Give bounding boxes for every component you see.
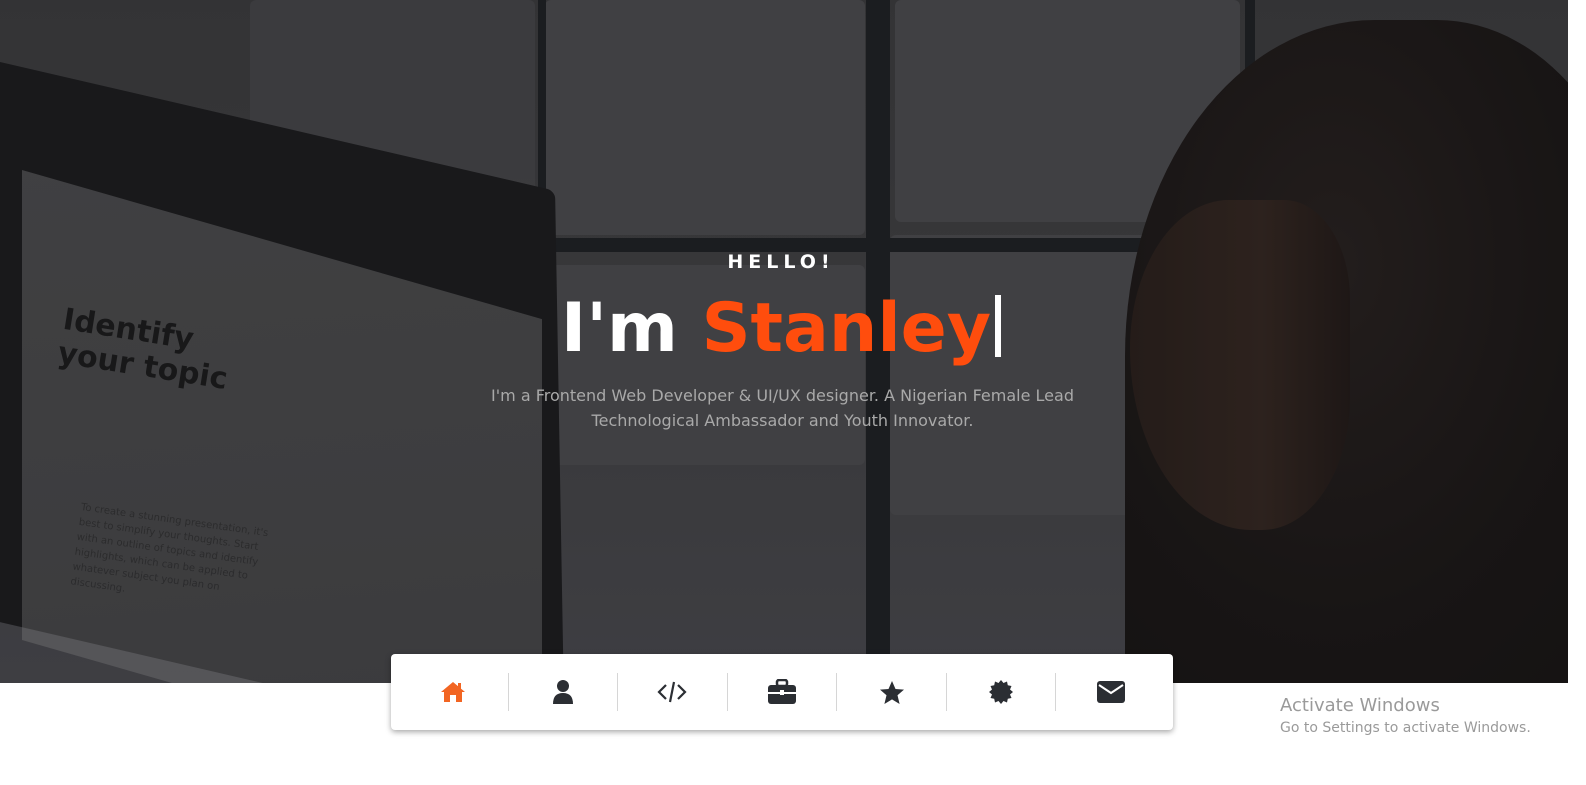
code-icon <box>657 681 687 703</box>
headline-name: Stanley <box>701 289 992 368</box>
hero-subtitle: I'm a Frontend Web Developer & UI/UX des… <box>491 386 1074 430</box>
hero-headline: I'm Stanley <box>0 287 1562 371</box>
watermark-title: Activate Windows <box>1280 695 1440 716</box>
nav-skills[interactable] <box>618 673 728 711</box>
nav-reviews[interactable] <box>837 673 947 711</box>
nav-contact[interactable] <box>1056 673 1165 711</box>
typing-cursor <box>995 295 1002 357</box>
nav-portfolio[interactable] <box>728 673 838 711</box>
nav-home[interactable] <box>399 673 509 711</box>
certificate-icon <box>988 679 1014 705</box>
nav-certifications[interactable] <box>947 673 1057 711</box>
hero-greeting: HELLO! <box>727 251 835 273</box>
nav-about[interactable] <box>509 673 619 711</box>
watermark-subtitle: Go to Settings to activate Windows. <box>1280 720 1531 736</box>
envelope-icon <box>1096 680 1126 704</box>
home-icon <box>440 680 466 704</box>
headline-prefix: I'm <box>560 289 702 368</box>
windows-activation-watermark: Activate Windows Go to Settings to activ… <box>1280 694 1531 738</box>
star-icon <box>879 680 905 705</box>
bottom-nav <box>391 654 1173 730</box>
user-icon <box>552 679 574 705</box>
briefcase-icon <box>767 679 797 705</box>
